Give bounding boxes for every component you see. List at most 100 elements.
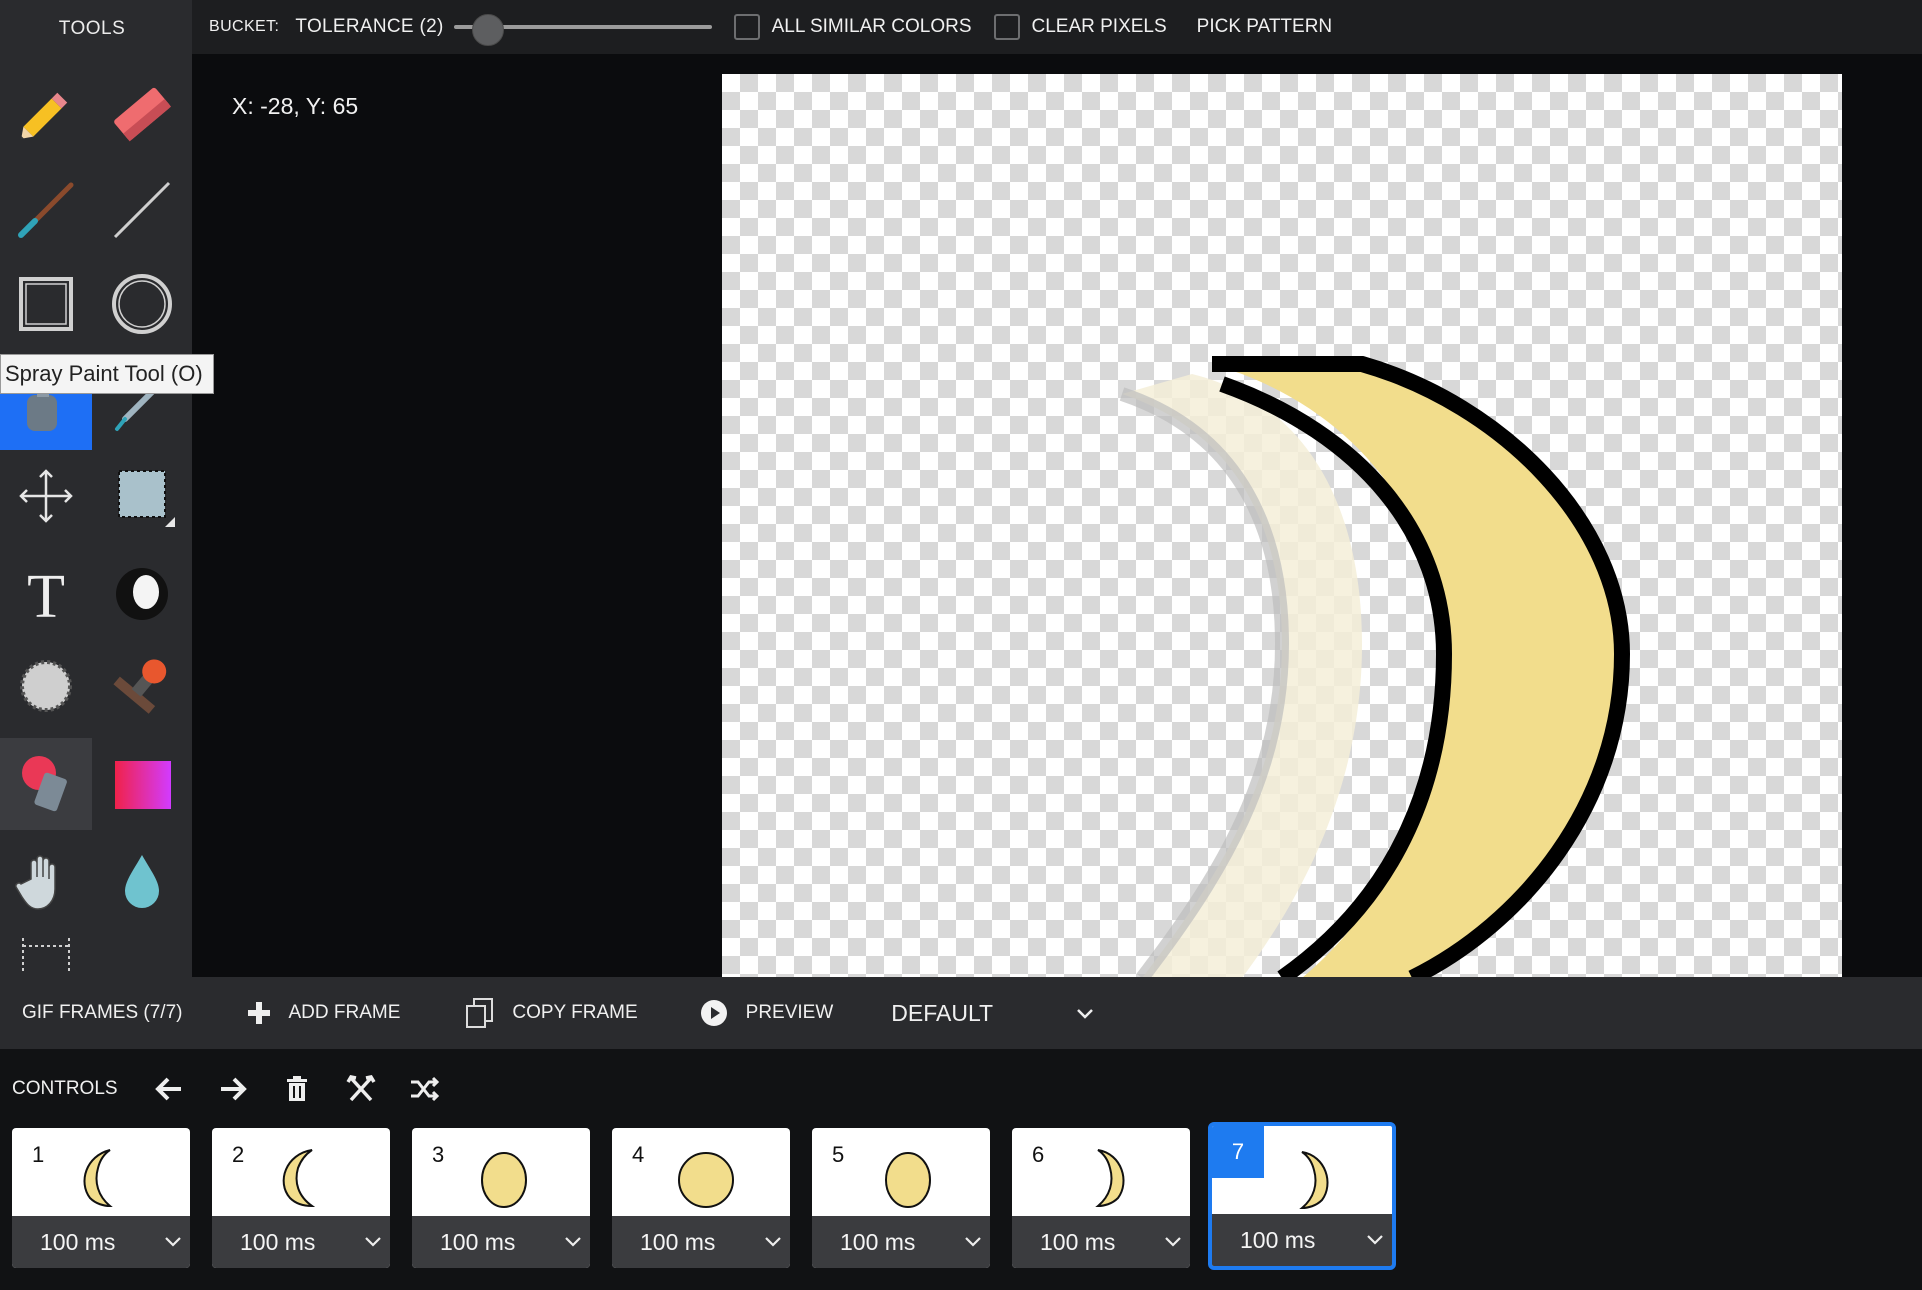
eraser-icon <box>114 87 172 142</box>
frame-duration-select[interactable]: 100 ms <box>612 1216 790 1268</box>
rectangle-tool[interactable] <box>0 258 92 350</box>
selection-tool[interactable] <box>96 450 188 542</box>
gibbous-thumbnail <box>885 1152 931 1208</box>
crop-tool[interactable] <box>0 928 92 977</box>
crop-icon <box>22 938 70 972</box>
svg-text:T: T <box>27 563 65 627</box>
frame-duration-value: 100 ms <box>840 1228 916 1255</box>
stamp-icon <box>113 659 167 714</box>
controls-label: CONTROLS <box>12 1078 118 1099</box>
eraser-tool[interactable] <box>96 68 188 160</box>
frame-number: 5 <box>832 1142 845 1167</box>
playback-mode-select[interactable]: DEFAULT <box>891 1000 1095 1027</box>
shuffle-frames-button[interactable] <box>408 1072 442 1106</box>
move-frame-right-button[interactable] <box>216 1072 250 1106</box>
playback-mode-value: DEFAULT <box>891 999 994 1026</box>
dither-tool[interactable] <box>0 640 92 732</box>
waning-crescent-thumbnail <box>1299 1151 1329 1210</box>
pencil-tool[interactable] <box>0 68 92 160</box>
frame-card-7[interactable]: 7 100 ms <box>1208 1122 1396 1270</box>
clear-pixels-checkbox[interactable] <box>993 14 1020 40</box>
arrow-left-icon <box>154 1077 181 1101</box>
chevron-down-icon <box>1077 1009 1094 1019</box>
chevron-down-icon <box>165 1237 181 1247</box>
reverse-frames-button[interactable] <box>344 1072 378 1106</box>
full-moon-thumbnail <box>678 1152 734 1208</box>
move-frame-left-button[interactable] <box>152 1072 186 1106</box>
add-frame-button[interactable]: ADD FRAME <box>246 1000 400 1026</box>
waning-crescent-thumbnail <box>1095 1149 1125 1208</box>
hand-tool[interactable] <box>0 836 92 928</box>
trash-icon <box>286 1076 307 1101</box>
tolerance-slider[interactable] <box>453 12 712 46</box>
frame-duration-value: 100 ms <box>1240 1226 1316 1253</box>
frame-duration-value: 100 ms <box>240 1228 316 1255</box>
play-icon <box>700 1000 727 1026</box>
frame-number: 2 <box>232 1142 245 1167</box>
frame-duration-select[interactable]: 100 ms <box>1012 1216 1190 1268</box>
lighten-darken-icon <box>116 568 168 620</box>
ellipse-tool[interactable] <box>96 258 188 350</box>
frame-duration-select[interactable]: 100 ms <box>1212 1214 1392 1266</box>
frame-card-5[interactable]: 5 100 ms <box>812 1128 990 1268</box>
plus-icon <box>248 1002 271 1024</box>
frame-number: 4 <box>632 1142 645 1167</box>
gradient-tool[interactable] <box>96 738 188 830</box>
text-tool[interactable]: T <box>0 548 92 640</box>
brush-tool[interactable] <box>0 164 92 256</box>
frame-card-6[interactable]: 6 100 ms <box>1012 1128 1190 1268</box>
copy-frame-label: COPY FRAME <box>512 1002 638 1023</box>
dither-icon <box>20 660 72 712</box>
blur-icon <box>125 855 159 908</box>
reverse-icon <box>346 1075 376 1102</box>
lighten-darken-tool[interactable] <box>96 548 188 640</box>
move-tool[interactable] <box>0 450 92 542</box>
preview-button[interactable]: PREVIEW <box>700 999 833 1027</box>
move-icon <box>19 469 73 523</box>
chevron-down-icon <box>1367 1235 1383 1245</box>
shuffle-icon <box>410 1076 439 1102</box>
line-tool[interactable] <box>96 164 188 256</box>
frame-duration-value: 100 ms <box>440 1228 516 1255</box>
frame-duration-select[interactable]: 100 ms <box>812 1216 990 1268</box>
frame-duration-select[interactable]: 100 ms <box>212 1216 390 1268</box>
tool-tooltip: Spray Paint Tool (O) <box>0 354 214 394</box>
frame-card-1[interactable]: 1 100 ms <box>12 1128 190 1268</box>
delete-frame-button[interactable] <box>280 1072 314 1106</box>
gif-frames-bar: GIF FRAMES (7/7) ADD FRAME COPY FRAME PR… <box>0 977 1922 1049</box>
frame-card-2[interactable]: 2 100 ms <box>212 1128 390 1268</box>
bucket-tool[interactable] <box>0 738 92 830</box>
line-icon <box>113 181 171 239</box>
hand-icon <box>15 855 56 910</box>
arrow-right-icon <box>220 1077 247 1101</box>
tolerance-label: TOLERANCE (2) <box>295 16 444 37</box>
chevron-down-icon <box>765 1237 781 1247</box>
frame-duration-select[interactable]: 100 ms <box>412 1216 590 1268</box>
frame-card-4[interactable]: 4 100 ms <box>612 1128 790 1268</box>
all-similar-colors-label: ALL SIMILAR COLORS <box>771 16 972 37</box>
stamp-tool[interactable] <box>96 640 188 732</box>
chevron-down-icon <box>1165 1237 1181 1247</box>
selection-icon <box>118 470 175 527</box>
frame-number: 6 <box>1032 1142 1045 1167</box>
bucket-icon <box>22 756 67 812</box>
waxing-crescent-thumbnail <box>83 1149 113 1208</box>
rectangle-icon <box>19 277 73 331</box>
drawing-canvas[interactable] <box>722 74 1842 978</box>
all-similar-colors-checkbox[interactable] <box>733 14 760 40</box>
waxing-crescent-thumbnail <box>282 1149 316 1208</box>
clear-pixels-label: CLEAR PIXELS <box>1031 16 1167 37</box>
blur-tool[interactable] <box>96 836 188 928</box>
frame-card-3[interactable]: 3 100 ms <box>412 1128 590 1268</box>
gradient-icon <box>115 761 171 809</box>
frame-duration-value: 100 ms <box>40 1228 116 1255</box>
gif-frames-title: GIF FRAMES (7/7) <box>22 1002 183 1023</box>
cursor-coordinates: X: -28, Y: 65 <box>232 93 359 119</box>
frame-duration-select[interactable]: 100 ms <box>12 1216 190 1268</box>
pick-pattern-button[interactable]: PICK PATTERN <box>1197 16 1332 38</box>
frame-number: 7 <box>1212 1126 1264 1178</box>
slider-knob[interactable] <box>471 14 504 46</box>
copy-frame-button[interactable]: COPY FRAME <box>464 997 638 1029</box>
frame-number: 1 <box>32 1142 45 1167</box>
brush-icon <box>18 182 74 238</box>
